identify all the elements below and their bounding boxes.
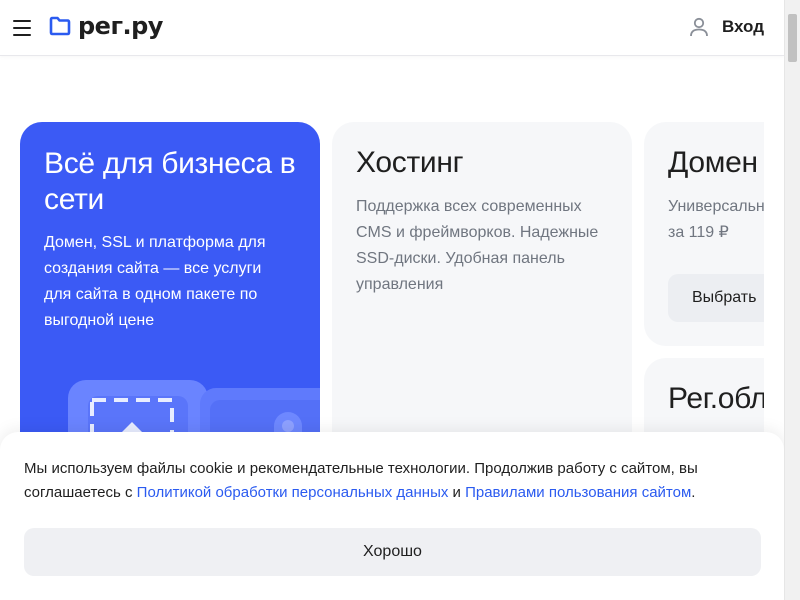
logo[interactable]: рег.ру: [48, 14, 163, 38]
card-business-title: Всё для бизнеса в сети: [44, 147, 296, 216]
card-domain-title: Домен: [668, 146, 758, 179]
logo-text: рег.ру: [78, 12, 163, 40]
cookie-text: Мы используем файлы cookie и рекомендате…: [24, 457, 754, 505]
menu-icon[interactable]: [13, 20, 31, 36]
scrollbar-thumb[interactable]: [788, 14, 797, 62]
folder-logo-icon: [49, 16, 71, 36]
login-label: Вход: [721, 17, 764, 36]
cookie-banner: Мы используем файлы cookie и рекомендате…: [0, 432, 784, 600]
card-domain-price: за 119 ₽: [668, 224, 729, 241]
privacy-policy-link[interactable]: Политикой обработки персональных данных: [137, 484, 449, 501]
card-domain-description-line1: Универсальн: [668, 198, 764, 215]
card-cloud-title: Рег.обл: [668, 382, 764, 415]
card-domain[interactable]: Домен Универсальн за 119 ₽ Выбрать: [644, 122, 764, 346]
card-business-description: Домен, SSL и платформа для создания сайт…: [44, 234, 266, 329]
card-domain-description: Универсальн за 119 ₽: [668, 194, 764, 246]
scrollbar[interactable]: [784, 0, 800, 600]
card-hosting-title: Хостинг: [356, 146, 464, 179]
terms-of-use-link[interactable]: Правилами пользования сайтом: [465, 484, 691, 501]
login-button[interactable]: Вход: [688, 16, 764, 38]
choose-domain-button[interactable]: Выбрать: [668, 274, 764, 322]
user-icon: [690, 17, 708, 37]
cookie-text-end: .: [691, 484, 696, 501]
card-hosting-description: Поддержка всех современных CMS и фреймво…: [356, 198, 599, 293]
cookie-text-and: и: [448, 484, 466, 501]
site-header: рег.ру Вход: [0, 0, 784, 56]
cookie-accept-button[interactable]: Хорошо: [24, 528, 761, 576]
